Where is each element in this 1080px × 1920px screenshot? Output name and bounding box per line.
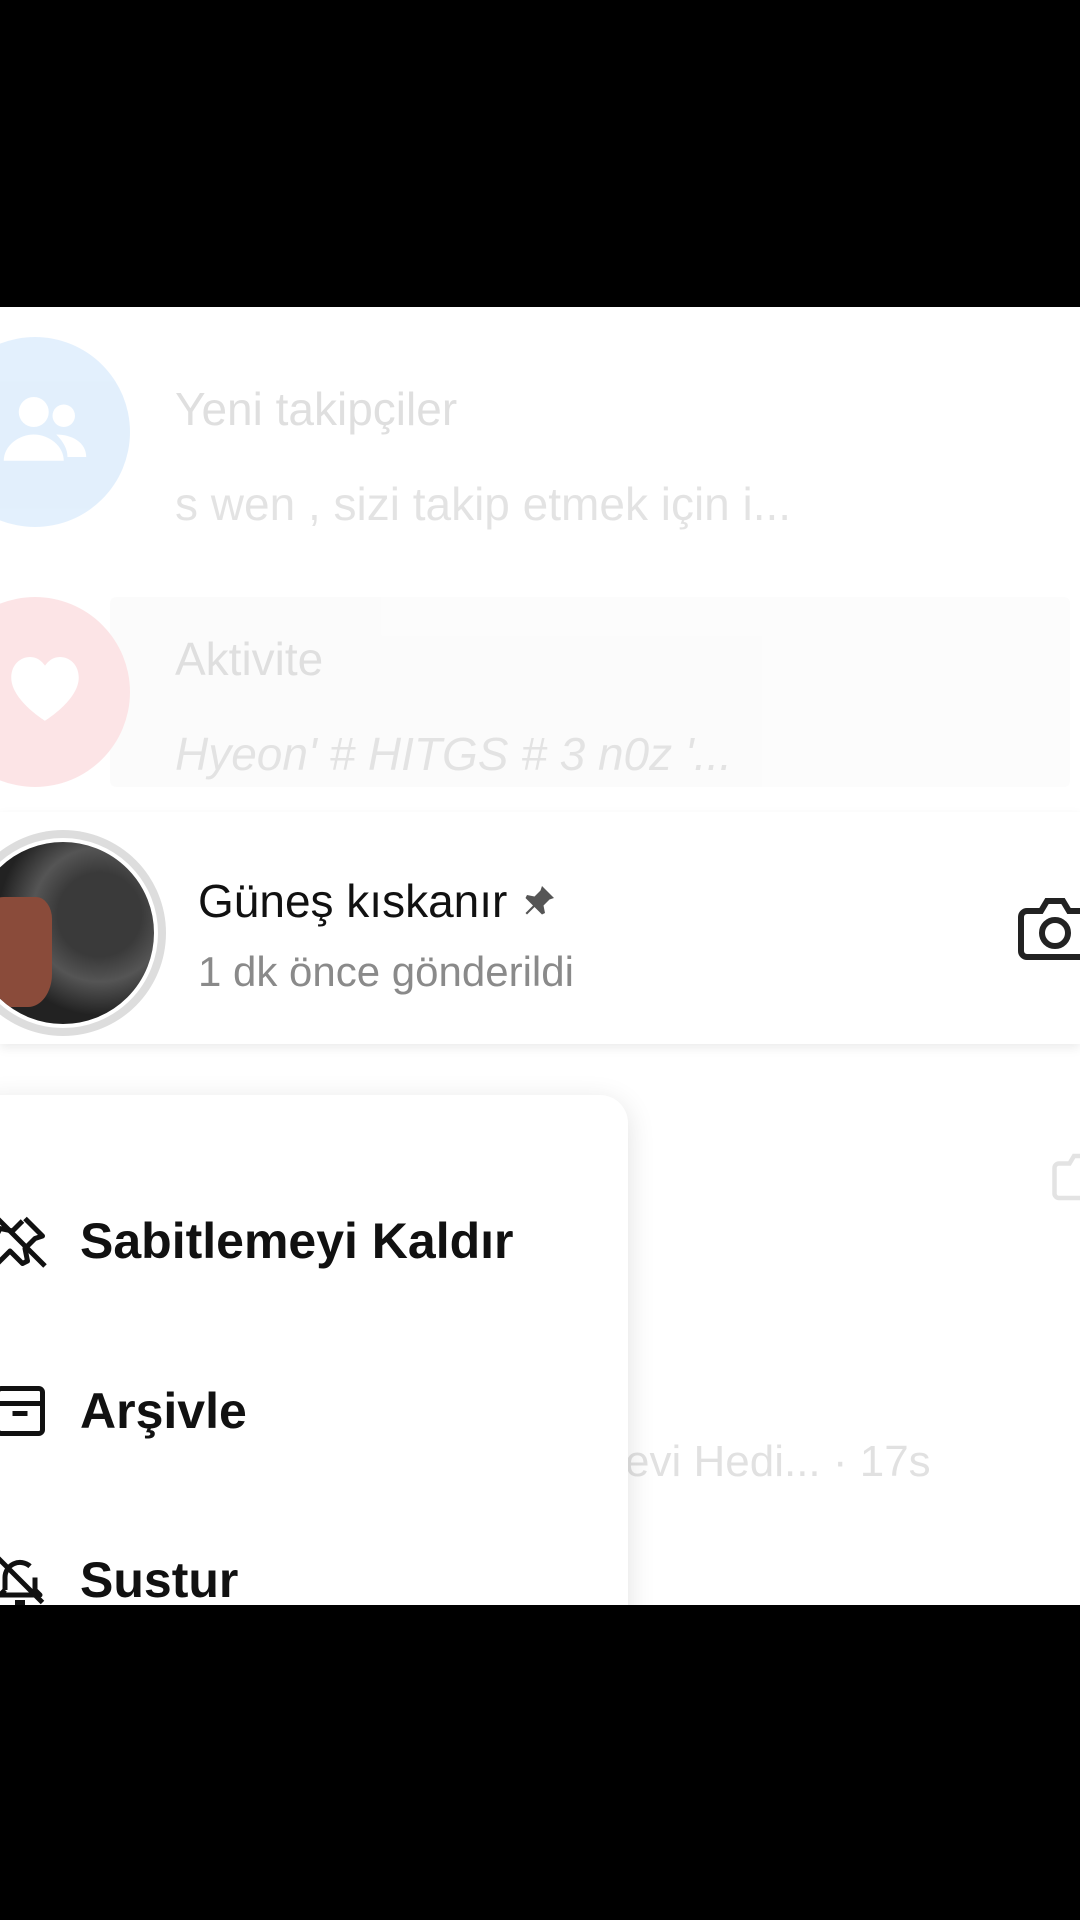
pin-icon xyxy=(525,886,555,915)
avatar[interactable] xyxy=(0,838,158,1028)
pinned-chat-row[interactable]: Güneş kıskanır 1 dk önce gönderildi xyxy=(0,812,1080,1044)
menu-item-archive[interactable]: Arşivle xyxy=(0,1351,620,1471)
archive-icon xyxy=(0,1386,45,1436)
camera-icon[interactable] xyxy=(1015,894,1080,964)
menu-item-label: Arşivle xyxy=(80,1383,247,1439)
activity-subtitle: Hyeon' # HITGS # 3 n0z '... xyxy=(175,728,733,780)
activity-row[interactable]: Aktivite Hyeon' # HITGS # 3 n0z '... xyxy=(0,587,1080,787)
unpin-icon xyxy=(0,1216,47,1268)
screen: Yeni takipçiler s wen , sizi takip etmek… xyxy=(0,307,1080,1605)
context-menu: Sabitlemeyi Kaldır Arşivle Sustur xyxy=(0,1095,628,1605)
mute-bell-icon xyxy=(0,1556,45,1605)
background-chat-preview: evi Hedi... · 17s xyxy=(625,1437,931,1486)
activity-title: Aktivite xyxy=(175,633,324,685)
chat-name-text: Güneş kıskanır xyxy=(198,875,508,927)
chat-name: Güneş kıskanır xyxy=(198,874,557,928)
chat-status: 1 dk önce gönderildi xyxy=(198,948,574,995)
story-ring xyxy=(0,830,166,1036)
followers-subtitle: s wen , sizi takip etmek için i... xyxy=(175,478,792,530)
menu-item-unpin[interactable]: Sabitlemeyi Kaldır xyxy=(0,1181,620,1301)
camera-icon[interactable] xyxy=(1050,1147,1080,1207)
menu-item-mute[interactable]: Sustur xyxy=(0,1520,620,1605)
menu-item-label: Sustur xyxy=(80,1552,239,1605)
menu-item-label: Sabitlemeyi Kaldır xyxy=(80,1213,514,1269)
followers-icon xyxy=(0,337,130,527)
new-followers-row[interactable]: Yeni takipçiler s wen , sizi takip etmek… xyxy=(0,337,1080,537)
followers-title: Yeni takipçiler xyxy=(175,383,458,435)
